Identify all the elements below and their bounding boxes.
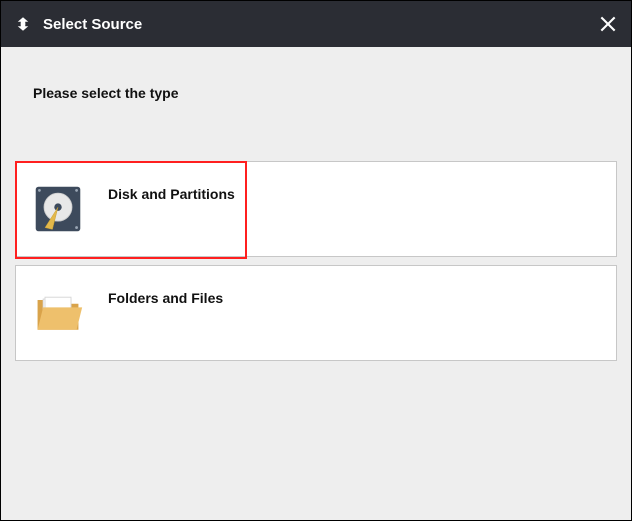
app-logo-icon (13, 14, 33, 34)
option-label: Folders and Files (108, 290, 223, 306)
close-icon (598, 14, 618, 34)
close-button[interactable] (597, 13, 619, 35)
dialog-content: Please select the type Disk and Partit (1, 47, 631, 520)
dialog-title: Select Source (43, 16, 142, 33)
prompt-text: Please select the type (33, 85, 617, 101)
disk-icon (30, 181, 86, 237)
titlebar: Select Source (1, 1, 631, 47)
option-label: Disk and Partitions (108, 186, 235, 202)
folder-icon (30, 285, 86, 341)
option-folders-files[interactable]: Folders and Files (15, 265, 617, 361)
dialog-window: Select Source Please select the type (0, 0, 632, 521)
options-list: Disk and Partitions Folders and Files (15, 161, 617, 361)
option-disk-partitions[interactable]: Disk and Partitions (15, 161, 617, 257)
